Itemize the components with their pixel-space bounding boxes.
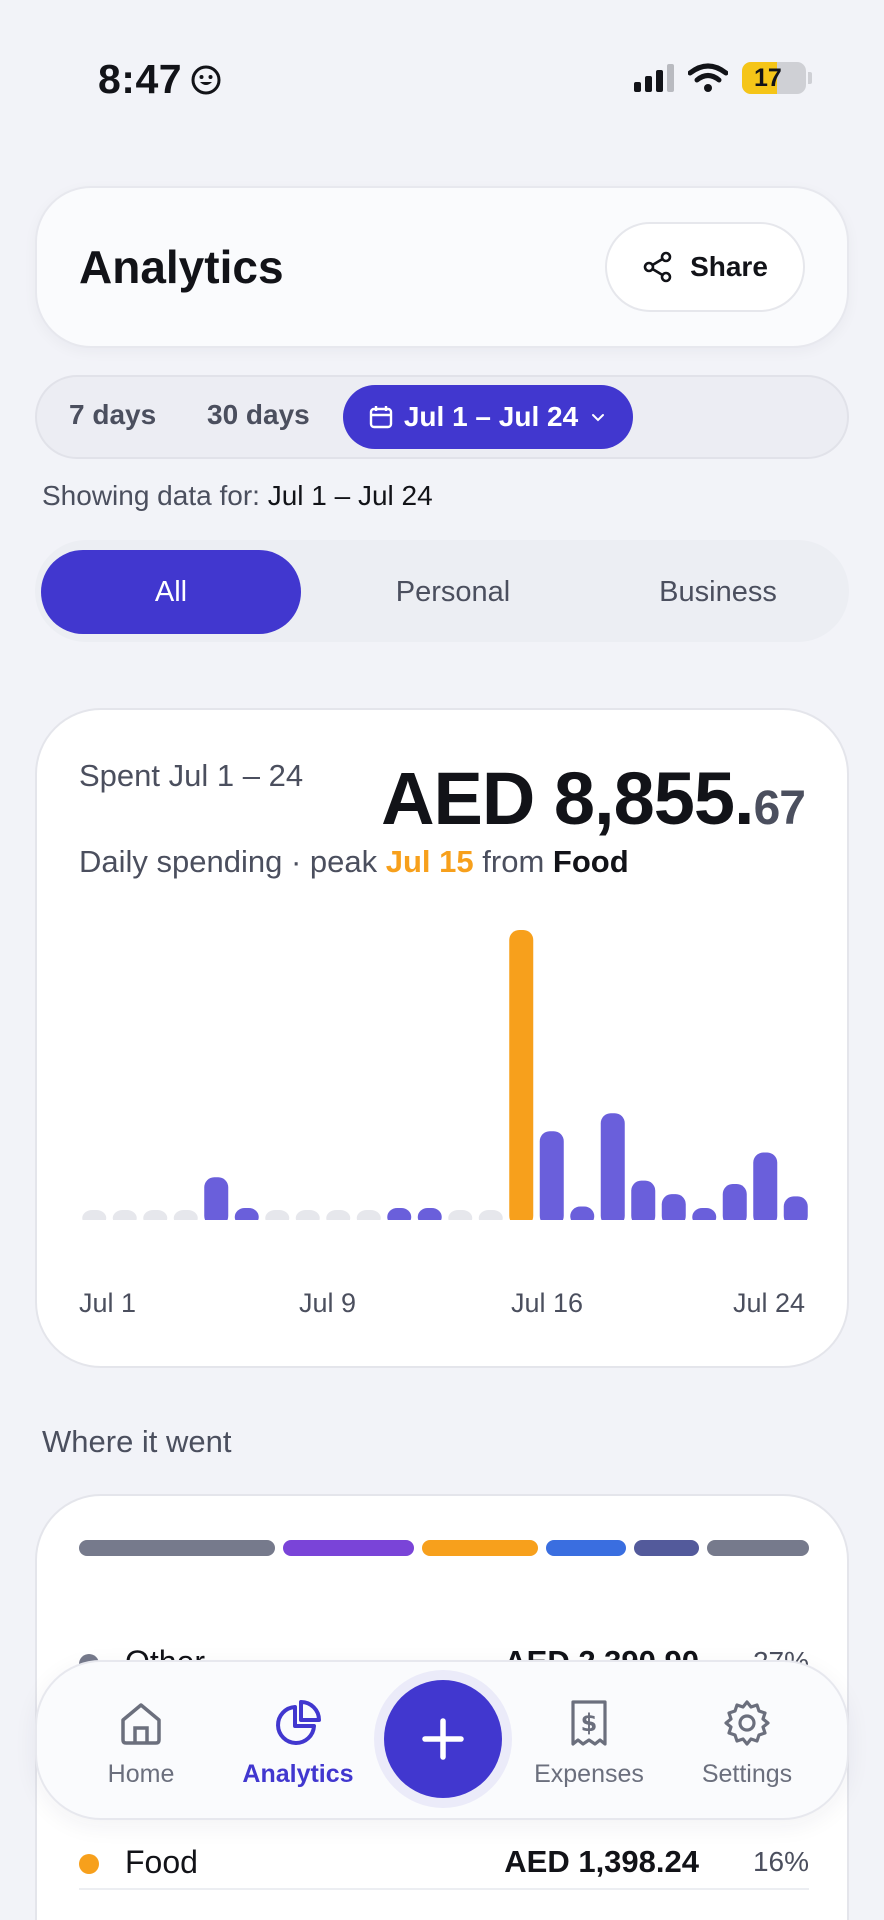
nav-expenses-label: Expenses: [534, 1760, 644, 1788]
share-segment: [421, 1540, 539, 1556]
share-segment: [79, 1540, 276, 1556]
peak-category: Food: [552, 844, 629, 879]
chevron-down-icon: [592, 414, 605, 422]
subtitle-mid: from: [482, 844, 545, 879]
peak-day: Jul 15: [385, 844, 474, 879]
share-segment: [546, 1540, 626, 1556]
chart-bar[interactable]: [417, 1208, 442, 1220]
chart-bar[interactable]: [265, 1210, 290, 1220]
share-icon: [643, 251, 672, 283]
row-divider: [79, 1888, 809, 1890]
nav-expenses[interactable]: $ Expenses: [519, 1698, 659, 1789]
nav-analytics[interactable]: Analytics: [228, 1698, 368, 1789]
chart-bar[interactable]: [539, 1131, 564, 1220]
chart-bar[interactable]: [478, 1210, 503, 1220]
share-label: Share: [690, 251, 768, 282]
home-icon: [121, 1703, 161, 1745]
chart-bar[interactable]: [173, 1210, 198, 1220]
nav-settings-label: Settings: [701, 1760, 793, 1788]
chart-bar[interactable]: [722, 1184, 747, 1220]
bottom-navigation: Home Analytics $ Expenses Settings: [35, 1660, 849, 1820]
period-selector: 7 days 30 days Jul 1 – Jul 24: [35, 375, 849, 459]
header-card: Analytics Share: [35, 186, 849, 348]
date-range-label: Jul 1 – Jul 24: [403, 401, 579, 432]
chart-bar[interactable]: [356, 1210, 381, 1220]
chart-bar[interactable]: [82, 1210, 107, 1220]
share-segment: [283, 1540, 414, 1556]
status-bar: 8:47 17: [0, 0, 884, 150]
x-tick-label: Jul 9: [299, 1288, 357, 1318]
receipt-icon: $: [571, 1700, 607, 1746]
total-cents: 67: [753, 782, 806, 835]
share-segment: [707, 1540, 809, 1556]
x-tick-label: Jul 1: [79, 1288, 137, 1318]
page-title: Analytics: [79, 241, 284, 293]
showing-prefix: Showing data for:: [42, 480, 260, 511]
chart-bar[interactable]: [661, 1194, 686, 1220]
showing-data-for: Showing data for: Jul 1 – Jul 24: [42, 480, 433, 512]
nav-settings[interactable]: Settings: [677, 1698, 817, 1789]
chart-bar[interactable]: [143, 1210, 168, 1220]
tab-personal[interactable]: Personal: [323, 550, 583, 634]
add-expense-button[interactable]: [384, 1680, 502, 1798]
chart-bar[interactable]: [448, 1210, 473, 1220]
calendar-icon: [369, 406, 393, 429]
status-icons: 17: [634, 62, 812, 94]
battery-icon: 17: [742, 62, 806, 94]
chart-bar[interactable]: [783, 1196, 808, 1220]
clock: 8:47: [98, 56, 183, 102]
chart-bar[interactable]: [692, 1208, 717, 1220]
nav-analytics-label: Analytics: [242, 1760, 354, 1788]
total-main: AED 8,855.: [381, 757, 755, 840]
chart-bar[interactable]: [326, 1210, 351, 1220]
nav-home[interactable]: Home: [71, 1698, 211, 1789]
nav-home-label: Home: [107, 1760, 175, 1788]
chart-bar[interactable]: [234, 1208, 259, 1220]
status-time: 8:47: [98, 56, 222, 103]
period-30-days[interactable]: 30 days: [207, 399, 310, 431]
share-button[interactable]: Share: [605, 222, 805, 312]
chart-bar[interactable]: [600, 1113, 625, 1220]
smiley-icon: [191, 65, 221, 94]
x-tick-label: Jul 16: [511, 1288, 584, 1318]
chart-bar[interactable]: [112, 1210, 137, 1220]
gear-icon: [724, 1700, 770, 1746]
battery-level: 17: [754, 63, 782, 92]
chart-bar[interactable]: [631, 1180, 656, 1220]
cellular-signal-icon: [634, 64, 674, 92]
tab-all[interactable]: All: [41, 550, 301, 634]
chart-bar[interactable]: [387, 1208, 412, 1220]
plus-icon: [422, 1718, 464, 1760]
showing-value: Jul 1 – Jul 24: [267, 480, 433, 511]
category-name: Food: [125, 1844, 198, 1880]
chart-subtitle: Daily spending · peak Jul 15 from Food: [79, 844, 629, 880]
chart-bar[interactable]: [509, 930, 534, 1220]
share-segment: [633, 1540, 700, 1556]
subtitle-prefix: Daily spending · peak: [79, 844, 378, 879]
spent-label: Spent Jul 1 – 24: [79, 758, 304, 793]
account-filter: All Personal Business: [35, 540, 849, 642]
section-title: Where it went: [42, 1424, 232, 1459]
x-tick-label: Jul 24: [732, 1288, 805, 1318]
daily-spending-chart: [82, 930, 808, 1220]
pie-chart-icon: [276, 1700, 321, 1745]
category-percent: 16%: [752, 1846, 809, 1877]
total-spent: AED 8,855.67: [381, 756, 806, 841]
spending-chart-card: Spent Jul 1 – 24 AED 8,855.67 Daily spen…: [35, 708, 849, 1368]
category-share-bar: [79, 1540, 809, 1556]
category-row-food[interactable]: Food AED 1,398.24 16%: [79, 1834, 809, 1894]
date-range-picker[interactable]: Jul 1 – Jul 24: [343, 385, 633, 449]
wifi-icon: [688, 63, 728, 92]
svg-text:$: $: [581, 1709, 598, 1737]
chart-bar[interactable]: [753, 1152, 778, 1220]
chart-bar[interactable]: [204, 1177, 229, 1220]
chart-bar[interactable]: [570, 1206, 595, 1220]
period-7-days[interactable]: 7 days: [69, 399, 156, 431]
tab-business[interactable]: Business: [593, 550, 843, 634]
category-amount: AED 1,398.24: [504, 1844, 699, 1879]
category-dot: [79, 1854, 99, 1874]
chart-bar[interactable]: [295, 1210, 320, 1220]
